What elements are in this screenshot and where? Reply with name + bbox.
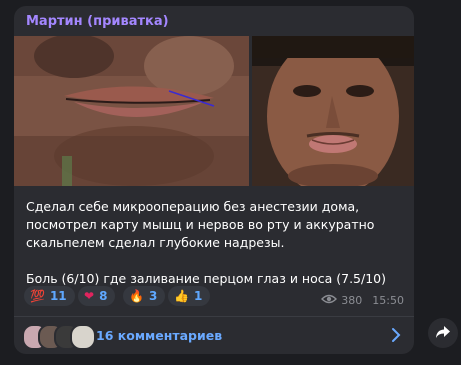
message-text: Сделал себе микрооперацию без анестезии …	[26, 198, 406, 288]
message-meta: 380 15:50	[321, 294, 404, 307]
media-group	[14, 36, 414, 186]
view-count: 380	[341, 294, 363, 307]
share-button[interactable]	[428, 318, 458, 348]
photo-face[interactable]	[252, 36, 414, 186]
message-paragraph-1: Сделал себе микрооперацию без анестезии …	[26, 199, 375, 250]
reaction-hundred[interactable]: 💯 11	[24, 286, 75, 306]
reaction-heart[interactable]: ❤ 8	[78, 286, 116, 306]
comments-button[interactable]: 16 комментариев	[14, 317, 414, 354]
eye-icon	[321, 294, 338, 307]
hundred-icon: 💯	[30, 289, 45, 303]
reaction-count: 8	[99, 289, 108, 303]
message-bubble: Мартин (приватка) Сделал себе микроопера…	[14, 6, 414, 354]
fire-icon: 🔥	[129, 289, 144, 303]
author-name[interactable]: Мартин (приватка)	[26, 14, 169, 29]
comments-label: 16 комментариев	[96, 328, 223, 343]
chevron-right-icon	[390, 326, 402, 348]
thumbs-up-icon: 👍	[174, 289, 189, 303]
reaction-count: 1	[193, 289, 203, 303]
timestamp: 15:50	[372, 294, 404, 307]
avatar	[70, 324, 96, 350]
heart-icon: ❤	[84, 289, 95, 303]
message-paragraph-2: Боль (6/10) где заливание перцом глаз и …	[26, 271, 386, 286]
reaction-thumbs-up[interactable]: 👍 1	[168, 286, 211, 306]
share-arrow-icon	[435, 324, 451, 343]
reaction-count: 11	[49, 289, 67, 303]
reaction-count: 3	[148, 289, 158, 303]
reaction-fire[interactable]: 🔥 3	[123, 286, 166, 306]
photo-mouth-closeup[interactable]	[14, 36, 249, 186]
